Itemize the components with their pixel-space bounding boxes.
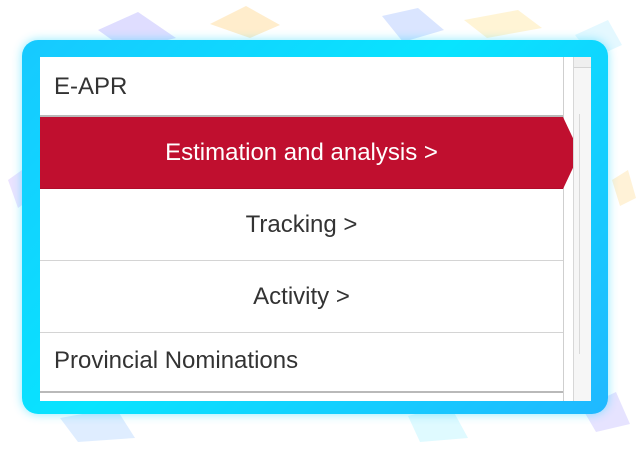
menu-panel: E-APR Estimation and analysis > Tracking… — [40, 57, 591, 401]
menu-item-provincial-nominations[interactable]: Provincial Nominations — [40, 333, 563, 393]
glow-frame: E-APR Estimation and analysis > Tracking… — [22, 40, 608, 414]
menu-header: E-APR — [40, 57, 563, 117]
menu-item-estimation-and-analysis[interactable]: Estimation and analysis > — [40, 117, 580, 189]
menu-item-label: Estimation and analysis > — [165, 139, 438, 166]
side-panel-top — [574, 57, 591, 68]
menu-item-activity[interactable]: Activity > — [40, 261, 563, 333]
navigation-menu: E-APR Estimation and analysis > Tracking… — [40, 57, 580, 401]
side-panel — [573, 57, 591, 401]
side-panel-divider — [579, 114, 580, 354]
menu-item-label: Tracking > — [245, 211, 358, 238]
menu-item-tracking[interactable]: Tracking > — [40, 189, 563, 261]
menu-item-label: Activity > — [253, 283, 350, 310]
